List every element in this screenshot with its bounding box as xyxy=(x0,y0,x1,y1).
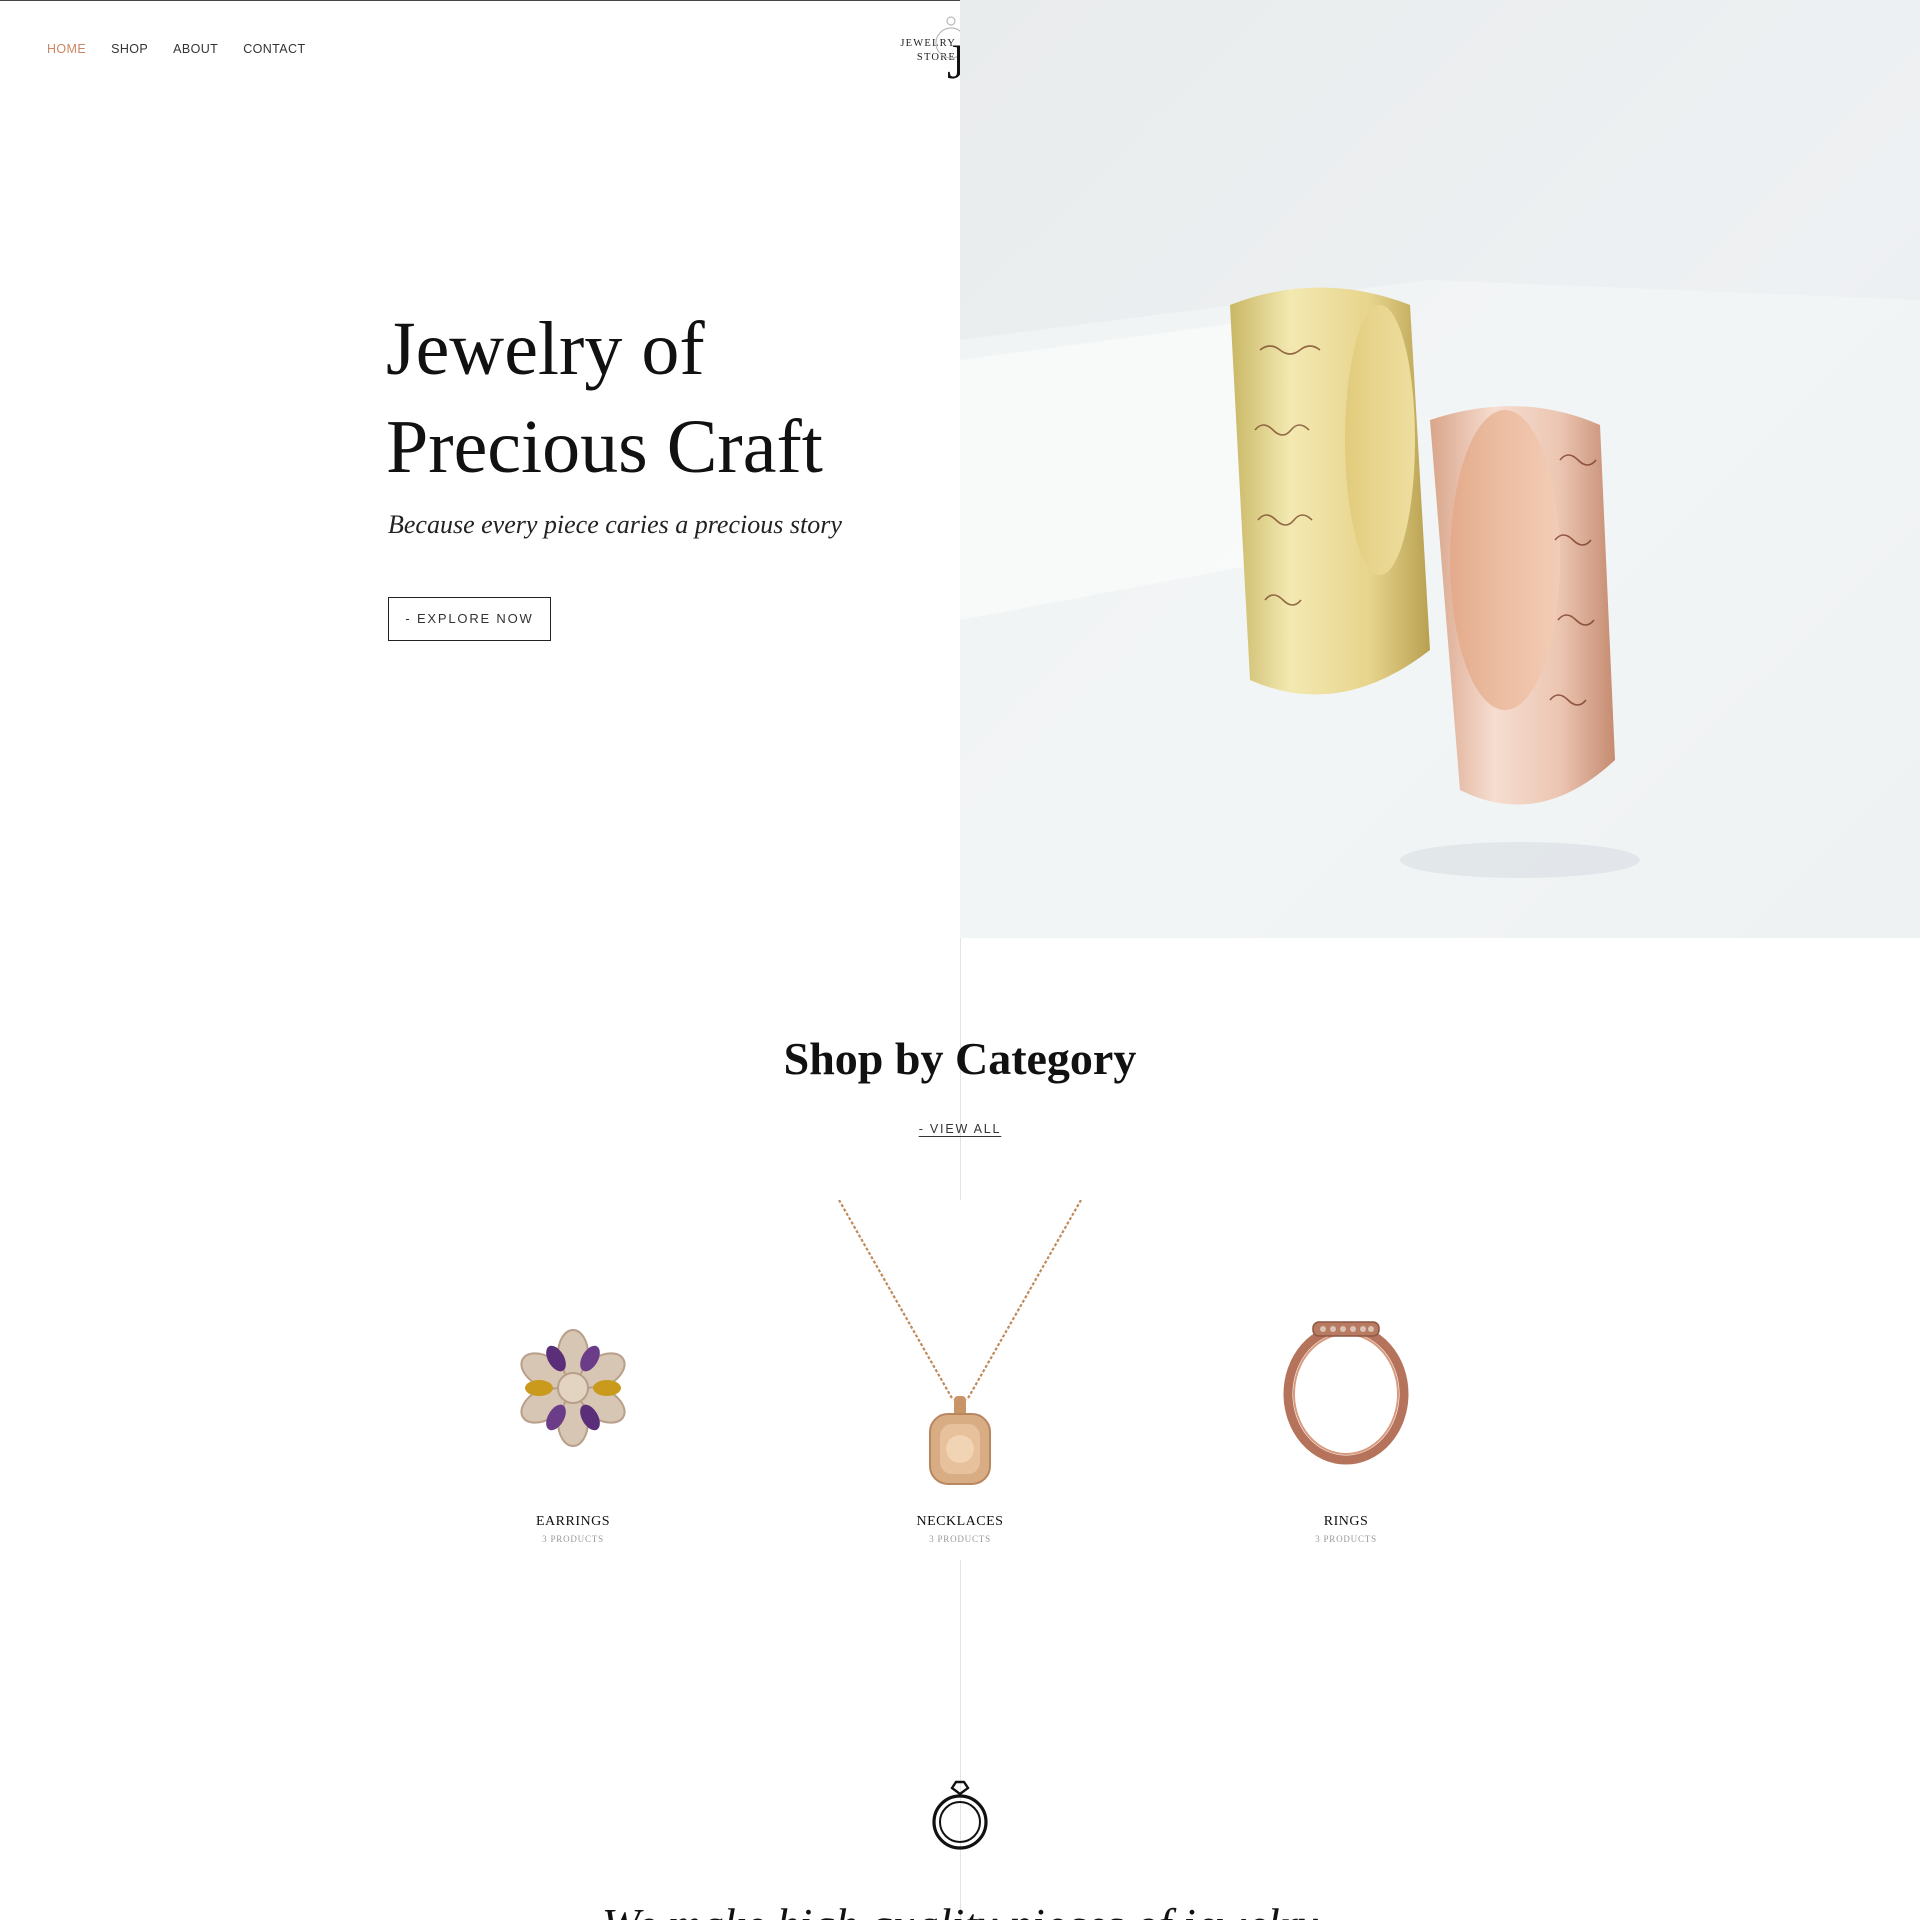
nav-contact[interactable]: CONTACT xyxy=(243,42,305,56)
section-title: Shop by Category xyxy=(783,1033,1137,1084)
ring-outline-icon xyxy=(932,1780,988,1850)
view-all-link[interactable]: - VIEW ALL xyxy=(860,1122,1060,1136)
main-nav: HOME SHOP ABOUT CONTACT xyxy=(47,42,306,56)
nav-home[interactable]: HOME xyxy=(47,42,86,56)
bottom-heading: We make high quality pieces of jewelry xyxy=(560,1898,1360,1920)
category-name: RINGS xyxy=(1323,1514,1369,1529)
hero-title: Jewelry of Precious Craft xyxy=(386,300,906,496)
hero-title-line-2: Precious Craft xyxy=(386,405,823,489)
earring-flower-icon xyxy=(520,1329,626,1447)
category-name: NECKLACES xyxy=(916,1514,1004,1529)
hero-subtitle: Because every piece caries a precious st… xyxy=(388,510,842,539)
hero-rings-image xyxy=(960,0,1920,938)
category-necklaces[interactable]: NECKLACES 3 PRODUCTS xyxy=(835,1200,1085,1560)
explore-now-button[interactable]: - EXPLORE NOW xyxy=(388,597,551,641)
nav-about[interactable]: ABOUT xyxy=(173,42,218,56)
category-count: 3 PRODUCTS xyxy=(1315,1534,1377,1544)
nav-shop[interactable]: SHOP xyxy=(111,42,148,56)
ring-icon xyxy=(1283,1321,1409,1465)
category-rings[interactable]: RINGS 3 PRODUCTS xyxy=(1221,1200,1471,1560)
category-count: 3 PRODUCTS xyxy=(929,1534,991,1544)
category-name: EARRINGS xyxy=(535,1514,610,1529)
category-count: 3 PRODUCTS xyxy=(542,1534,604,1544)
category-earrings[interactable]: EARRINGS 3 PRODUCTS xyxy=(448,1200,698,1560)
hero-title-line-1: Jewelry of xyxy=(386,307,705,391)
necklace-pendant-icon xyxy=(838,1200,1082,1485)
